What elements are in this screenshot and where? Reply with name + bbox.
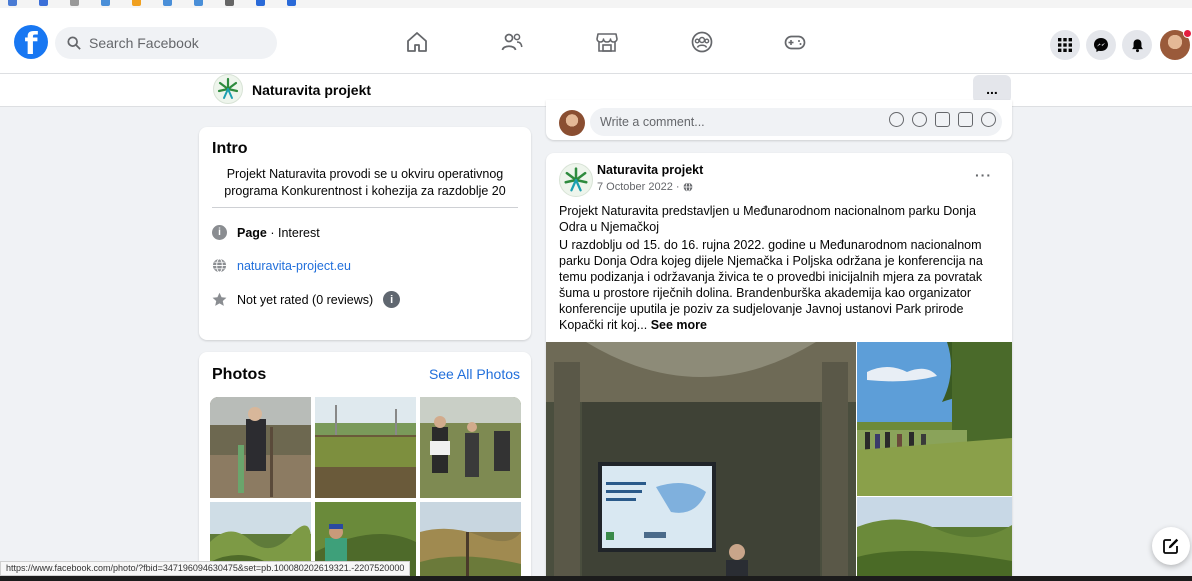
rating-info-icon[interactable]: i xyxy=(383,291,401,308)
compose-icon xyxy=(1163,538,1179,554)
photo-thumbnail[interactable] xyxy=(420,502,521,581)
post-more-button[interactable]: ··· xyxy=(975,167,992,183)
rating-text: Not yet rated (0 reviews) xyxy=(237,292,374,307)
intro-title: Intro xyxy=(212,140,248,157)
notifications-button[interactable] xyxy=(1122,30,1152,60)
profile-avatar[interactable] xyxy=(1160,29,1192,60)
post-meta: 7 October 2022 · xyxy=(597,181,693,193)
intro-bio: Projekt Naturavita provodi se u okviru o… xyxy=(224,167,506,198)
bottom-strip xyxy=(0,576,1192,581)
website-row: naturavita-project.eu xyxy=(212,258,351,273)
friends-icon[interactable] xyxy=(500,30,524,54)
bookmarks-bar xyxy=(0,0,1192,8)
post-date[interactable]: 7 October 2022 · xyxy=(597,181,680,193)
comment-input[interactable] xyxy=(600,115,880,129)
commenter-avatar[interactable] xyxy=(559,110,585,136)
bookmark-item[interactable] xyxy=(70,0,79,6)
search-box[interactable] xyxy=(55,27,277,59)
category-value: · Interest xyxy=(266,225,320,240)
facebook-logo-icon[interactable]: f xyxy=(14,25,48,59)
naturavita-logo-icon xyxy=(217,77,239,99)
photo-thumbnail[interactable] xyxy=(420,397,521,498)
post-author-avatar[interactable] xyxy=(559,163,593,197)
messenger-button[interactable] xyxy=(1086,30,1116,60)
search-input[interactable] xyxy=(89,35,249,51)
bookmark-item[interactable] xyxy=(132,0,141,6)
post-card: Naturavita projekt 7 October 2022 · ··· … xyxy=(546,153,1012,581)
category-row: i Page · Interest xyxy=(212,225,320,240)
bookmark-item[interactable] xyxy=(194,0,203,6)
photo-thumbnail[interactable] xyxy=(315,397,416,498)
avatar-sticker-icon[interactable] xyxy=(889,112,904,127)
star-icon xyxy=(212,292,227,306)
bookmark-item[interactable] xyxy=(287,0,296,6)
post-headline: Projekt Naturavita predstavljen u Međuna… xyxy=(559,204,976,234)
page-title[interactable]: Naturavita projekt xyxy=(252,82,371,98)
bookmark-item[interactable] xyxy=(225,0,234,6)
camera-icon[interactable] xyxy=(935,112,950,127)
comment-composer xyxy=(546,100,1012,140)
info-icon: i xyxy=(212,225,227,240)
home-icon[interactable] xyxy=(405,30,429,54)
link-status-bar: https://www.facebook.com/photo/?fbid=347… xyxy=(0,561,411,576)
post-text: U razdoblju od 15. do 16. rujna 2022. go… xyxy=(559,237,1007,333)
grid-menu-icon xyxy=(1058,38,1072,52)
post-photo-conference[interactable] xyxy=(546,342,856,581)
rating-row: Not yet rated (0 reviews) i xyxy=(212,291,401,308)
post-author-name[interactable]: Naturavita projekt xyxy=(597,163,703,177)
emoji-icon[interactable] xyxy=(912,112,927,127)
see-more-link[interactable]: See more xyxy=(651,318,707,332)
notification-badge xyxy=(1183,29,1192,38)
bookmark-item[interactable] xyxy=(101,0,110,6)
marketplace-icon[interactable] xyxy=(595,30,619,54)
gif-icon[interactable] xyxy=(958,112,973,127)
globe-icon xyxy=(212,258,227,273)
naturavita-logo-icon xyxy=(564,167,588,192)
intro-card: Intro Projekt Naturavita provodi se u ok… xyxy=(199,127,531,340)
photo-thumbnail[interactable] xyxy=(210,397,311,498)
bookmark-item[interactable] xyxy=(39,0,48,6)
page-avatar[interactable] xyxy=(213,74,243,104)
messenger-icon xyxy=(1094,38,1108,52)
category-label: Page xyxy=(237,225,267,240)
sticker-icon[interactable] xyxy=(981,112,996,127)
bell-icon xyxy=(1131,38,1143,52)
bookmark-item[interactable] xyxy=(256,0,265,6)
globe-icon xyxy=(683,182,692,192)
page-more-button[interactable]: ... xyxy=(973,75,1011,103)
search-icon xyxy=(67,36,81,50)
gaming-icon[interactable] xyxy=(783,30,807,54)
photos-card: Photos See All Photos xyxy=(199,352,531,581)
post-body-text: U razdoblju od 15. do 16. rujna 2022. go… xyxy=(559,238,983,332)
bookmark-item[interactable] xyxy=(163,0,172,6)
menu-button[interactable] xyxy=(1050,30,1080,60)
post-photo-hedge[interactable] xyxy=(857,497,1012,581)
photos-title: Photos xyxy=(212,366,267,383)
top-navigation: f xyxy=(0,8,1192,74)
intro-divider xyxy=(212,207,518,208)
groups-icon[interactable] xyxy=(690,30,714,54)
bookmark-item[interactable] xyxy=(8,0,17,6)
comment-tools xyxy=(889,112,996,127)
see-all-photos-link[interactable]: See All Photos xyxy=(429,366,520,382)
new-message-button[interactable] xyxy=(1152,527,1190,565)
website-link[interactable]: naturavita-project.eu xyxy=(237,259,351,273)
post-photo-field[interactable] xyxy=(857,342,1012,496)
